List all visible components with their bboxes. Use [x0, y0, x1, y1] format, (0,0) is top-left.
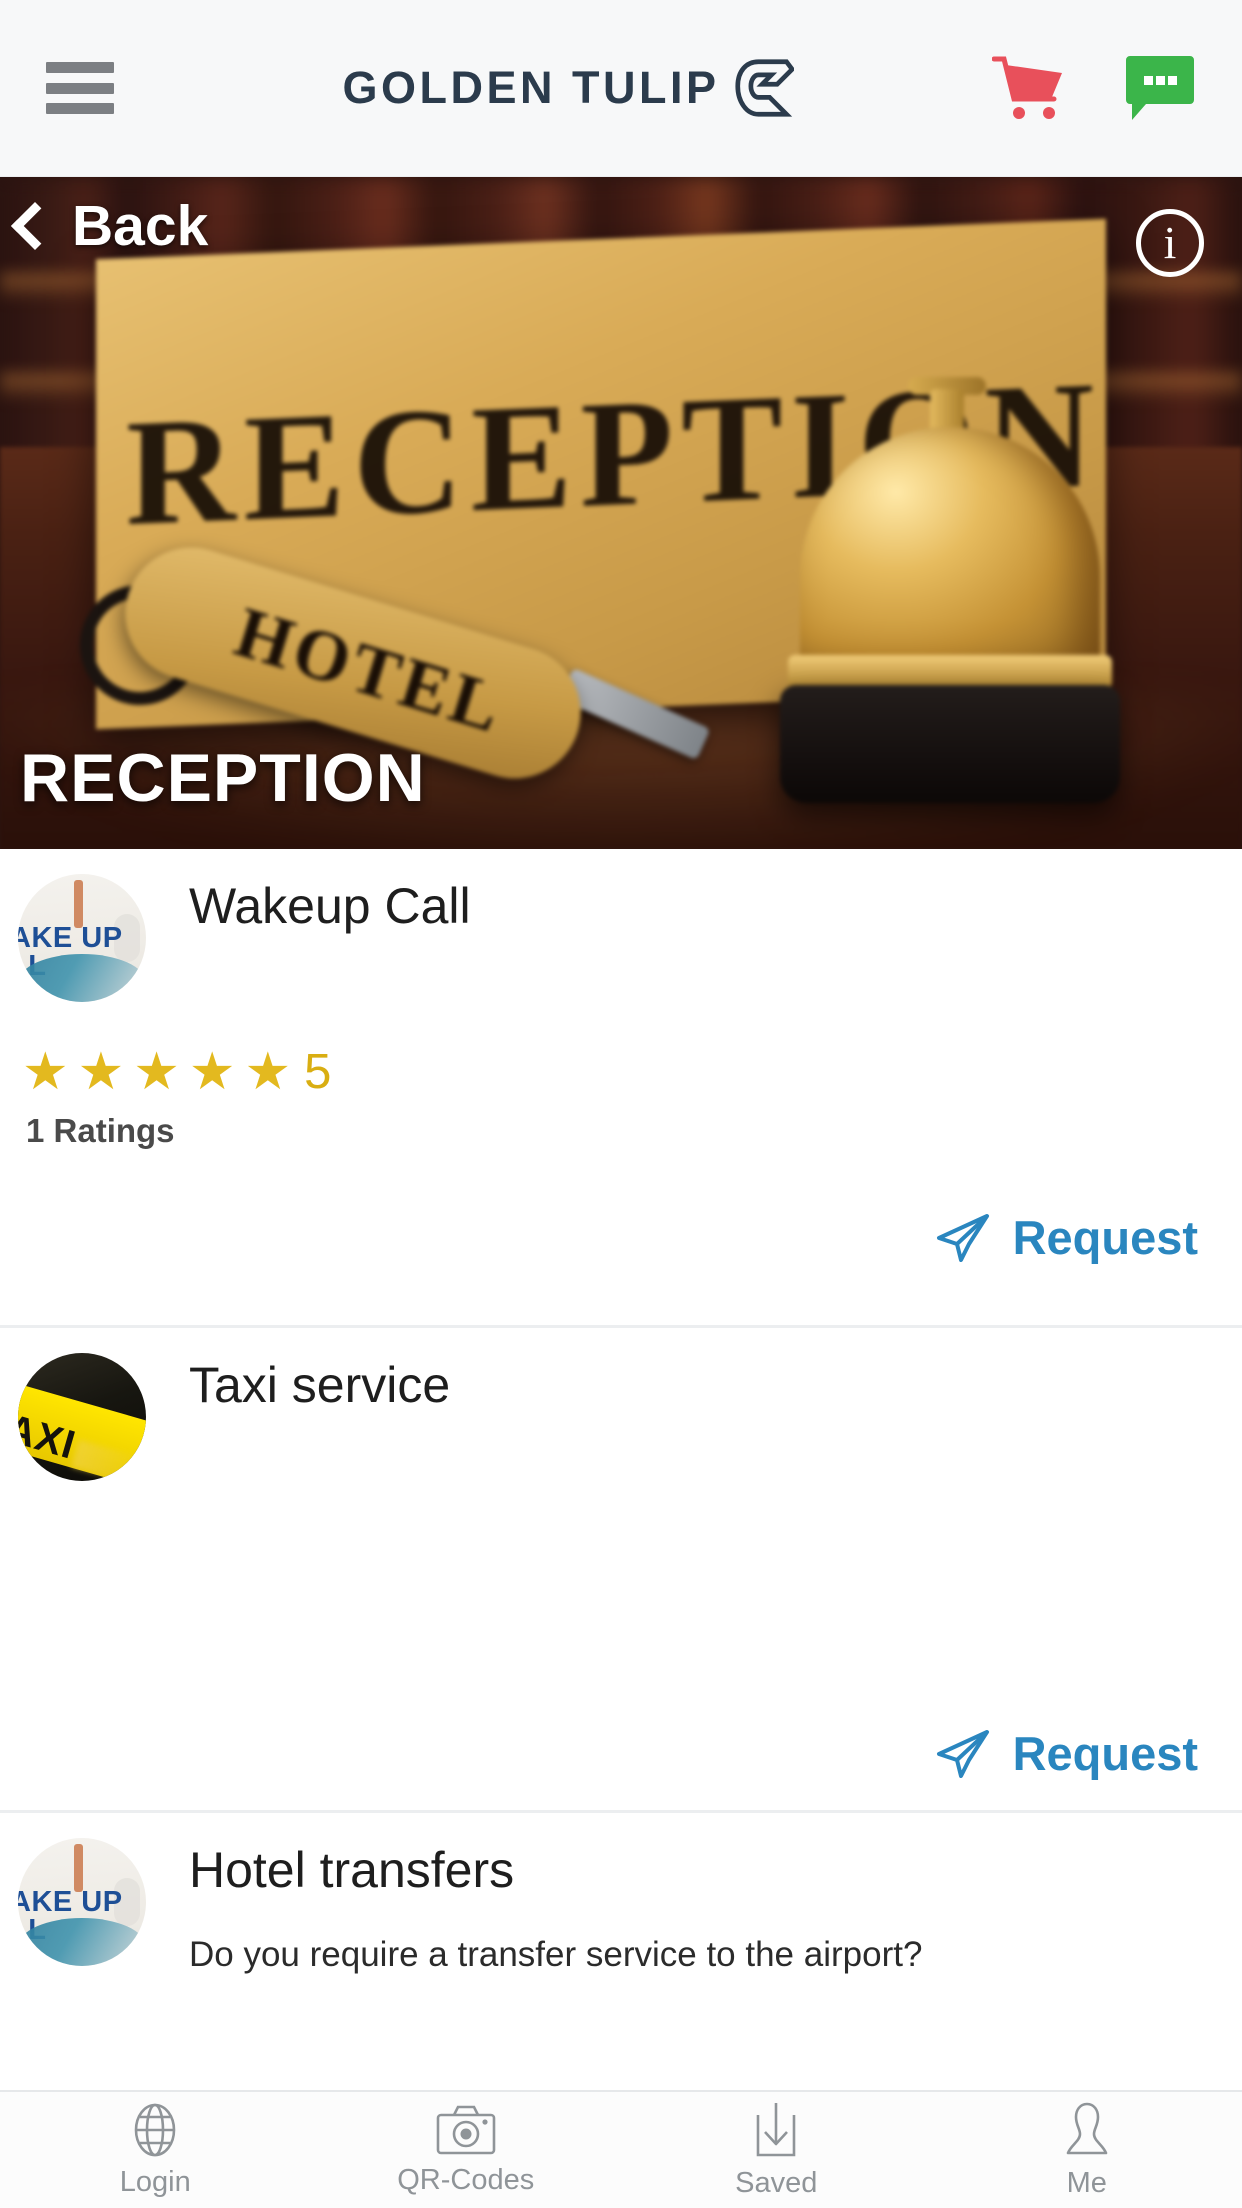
- back-button[interactable]: Back: [10, 193, 209, 259]
- nav-label: Saved: [735, 2166, 818, 2199]
- service-text-block: Wakeup Call: [146, 874, 1242, 933]
- nav-item-login[interactable]: Login: [0, 2102, 311, 2199]
- nav-label: QR-Codes: [397, 2163, 535, 2196]
- service-header: AXI Taxi service: [0, 1328, 1242, 1481]
- nav-label: Me: [1066, 2166, 1107, 2199]
- service-text-block: Hotel transfers Do you require a transfe…: [146, 1838, 1242, 1976]
- app-screen: GOLDEN TULIP RECEPTION HOTEL Back i RECE…: [0, 0, 1242, 2208]
- back-button-label: Back: [72, 194, 209, 258]
- golden-tulip-g-icon: [734, 59, 794, 117]
- star-icon: ★: [77, 1043, 125, 1101]
- shopping-cart-icon[interactable]: [992, 53, 1066, 123]
- camera-icon: [436, 2105, 496, 2154]
- nav-label: Login: [119, 2165, 191, 2198]
- service-title: Taxi service: [189, 1357, 451, 1413]
- star-icon: ★: [244, 1043, 292, 1101]
- info-glyph: i: [1163, 217, 1177, 268]
- globe-icon: [134, 2103, 176, 2156]
- request-button[interactable]: Request: [935, 1210, 1198, 1265]
- bottom-navigation: Login QR-Codes Saved Me: [0, 2090, 1242, 2208]
- rating-stars: ★ ★ ★ ★ ★ 5: [0, 1002, 1242, 1100]
- star-icon: ★: [133, 1043, 180, 1101]
- nav-item-saved[interactable]: Saved: [621, 2101, 932, 2200]
- service-actions: Request: [0, 1150, 1242, 1299]
- chat-bubble-icon[interactable]: [1124, 52, 1196, 124]
- person-icon: [1066, 2102, 1108, 2154]
- nav-item-qr-codes[interactable]: QR-Codes: [311, 2104, 622, 2197]
- request-button-label: Request: [1012, 1727, 1198, 1780]
- service-header: AKE UP LL Wakeup Call: [0, 849, 1242, 1002]
- list-item[interactable]: AXI Taxi service Request: [0, 1328, 1242, 1813]
- service-actions: Request: [0, 1481, 1242, 1815]
- send-paper-plane-icon: [936, 1729, 989, 1778]
- service-title: Wakeup Call: [189, 878, 471, 934]
- chevron-left-icon: [10, 201, 60, 251]
- taxi-service-thumbnail: AXI: [18, 1353, 146, 1481]
- nav-item-me[interactable]: Me: [932, 2101, 1242, 2200]
- list-item[interactable]: AKE UP LL Hotel transfers Do you require…: [0, 1813, 1242, 2093]
- brand-name: GOLDEN TULIP: [342, 62, 720, 113]
- service-text-block: Taxi service: [146, 1353, 1242, 1412]
- service-list: AKE UP LL Wakeup Call ★ ★ ★ ★ ★ 5 1 Rati…: [0, 849, 1242, 2093]
- service-header: AKE UP LL Hotel transfers Do you require…: [0, 1813, 1242, 1976]
- rating-value: 5: [304, 1045, 332, 1099]
- service-description: Do you require a transfer service to the…: [189, 1934, 923, 1974]
- info-icon[interactable]: i: [1136, 209, 1204, 277]
- header-actions: [992, 52, 1196, 124]
- brand-logo: GOLDEN TULIP: [343, 58, 794, 118]
- request-button-label: Request: [1012, 1211, 1198, 1264]
- wake-up-call-thumbnail: AKE UP LL: [18, 874, 146, 1002]
- request-button[interactable]: Request: [935, 1726, 1198, 1781]
- rating-count: 1 Ratings: [26, 1112, 175, 1149]
- star-icon: ★: [188, 1043, 236, 1101]
- star-icon: ★: [22, 1043, 69, 1101]
- list-item[interactable]: AKE UP LL Wakeup Call ★ ★ ★ ★ ★ 5 1 Rati…: [0, 849, 1242, 1328]
- save-download-icon: [756, 2102, 796, 2156]
- hero-banner: RECEPTION HOTEL Back i RECEPTION: [0, 177, 1242, 849]
- hamburger-menu-icon[interactable]: [46, 62, 114, 114]
- send-paper-plane-icon: [936, 1213, 989, 1262]
- service-title: Hotel transfers: [189, 1842, 515, 1898]
- wake-up-call-thumbnail: AKE UP LL: [18, 1838, 146, 1966]
- app-header: GOLDEN TULIP: [0, 0, 1242, 177]
- page-title: RECEPTION: [20, 740, 426, 816]
